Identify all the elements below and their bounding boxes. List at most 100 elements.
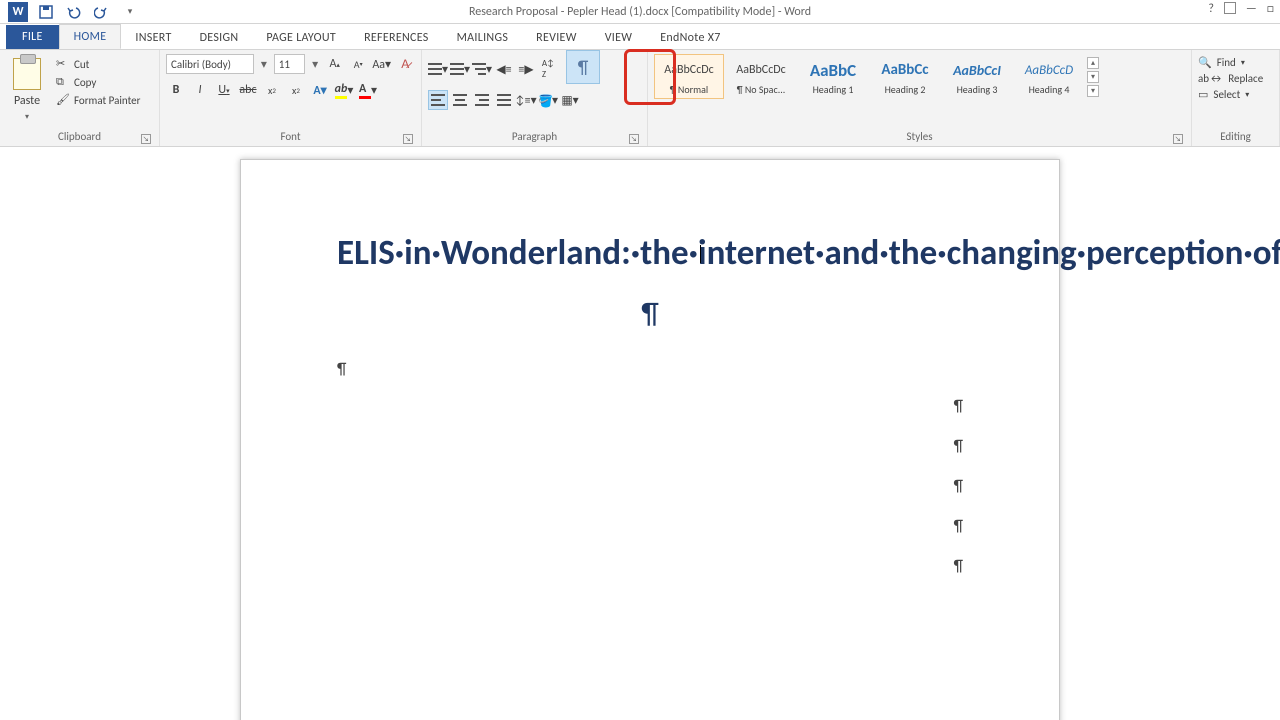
strikethrough-button[interactable]: abc bbox=[238, 80, 258, 100]
text-cursor bbox=[700, 245, 701, 263]
select-button[interactable]: ▭Select▾ bbox=[1198, 88, 1273, 101]
paragraph-dialog-launcher[interactable]: ↘ bbox=[629, 134, 639, 144]
redo-button[interactable] bbox=[92, 2, 112, 22]
paragraph-marks-right: ¶¶¶¶¶ bbox=[337, 387, 963, 587]
copy-icon: ⧉ bbox=[56, 75, 70, 89]
font-group-label: Font↘ bbox=[166, 128, 415, 146]
paragraph-mark: ¶ bbox=[337, 360, 963, 379]
ribbon-display-icon[interactable] bbox=[1224, 2, 1236, 14]
font-dialog-launcher[interactable]: ↘ bbox=[403, 134, 413, 144]
window-title: Research Proposal - Pepler Head (1).docx… bbox=[0, 5, 1280, 19]
font-name-dropdown-icon[interactable]: ▾ bbox=[258, 57, 270, 72]
shading-button[interactable]: 🪣▾ bbox=[538, 90, 558, 110]
subscript-button[interactable]: x2 bbox=[262, 80, 282, 100]
show-hide-formatting-button[interactable]: ¶ bbox=[566, 50, 600, 84]
minimize-icon[interactable]: — bbox=[1246, 2, 1257, 16]
bullets-button[interactable]: ▾ bbox=[428, 59, 448, 79]
highlight-button[interactable]: ab▾ bbox=[334, 80, 354, 100]
align-right-button[interactable] bbox=[472, 90, 492, 110]
tab-file[interactable]: FILE bbox=[6, 25, 59, 49]
pilcrow-icon: ¶ bbox=[578, 56, 589, 78]
clear-formatting-button[interactable]: A̷ bbox=[395, 54, 415, 74]
styles-scroll-down-icon[interactable]: ▾ bbox=[1087, 71, 1099, 83]
bold-button[interactable]: B bbox=[166, 80, 186, 100]
font-size-combo[interactable]: 11 bbox=[274, 54, 305, 74]
multilevel-list-button[interactable]: ▾ bbox=[472, 59, 492, 79]
tab-home[interactable]: HOME bbox=[59, 24, 122, 49]
grow-font-button[interactable]: A▴ bbox=[325, 54, 345, 74]
qat-customize-icon[interactable]: ▾ bbox=[120, 2, 140, 22]
styles-scroll-up-icon[interactable]: ▴ bbox=[1087, 57, 1099, 69]
document-page[interactable]: ELIS·in·Wonderland:·the·internet·and·the… bbox=[240, 159, 1060, 720]
editing-group-label: Editing bbox=[1198, 128, 1273, 146]
group-font: Calibri (Body) ▾ 11 ▾ A▴ A▾ Aa▾ A̷ B I U… bbox=[160, 50, 422, 146]
text-effects-button[interactable]: A▾ bbox=[310, 80, 330, 100]
title-bar: W ▾ Research Proposal - Pepler Head (1).… bbox=[0, 0, 1280, 24]
cut-button[interactable]: ✂Cut bbox=[54, 56, 142, 72]
font-name-combo[interactable]: Calibri (Body) bbox=[166, 54, 254, 74]
increase-indent-button[interactable]: ≡▶ bbox=[516, 59, 536, 79]
document-title-text[interactable]: ELIS·in·Wonderland:·the·internet·and·the… bbox=[337, 230, 963, 277]
superscript-button[interactable]: x2 bbox=[286, 80, 306, 100]
underline-button[interactable]: U▾ bbox=[214, 80, 234, 100]
style-heading-2[interactable]: AaBbCc Heading 2 bbox=[870, 54, 940, 99]
ribbon-tabs: FILE HOME INSERT DESIGN PAGE LAYOUT REFE… bbox=[0, 24, 1280, 50]
copy-button[interactable]: ⧉Copy bbox=[54, 74, 142, 90]
style-no-spacing[interactable]: AaBbCcDc ¶ No Spac... bbox=[726, 54, 796, 99]
styles-more-icon[interactable]: ▾ bbox=[1087, 85, 1099, 97]
maximize-icon[interactable]: □ bbox=[1267, 2, 1274, 16]
decrease-indent-button[interactable]: ◀≡ bbox=[494, 59, 514, 79]
justify-button[interactable] bbox=[494, 90, 514, 110]
help-icon[interactable]: ? bbox=[1208, 2, 1214, 16]
line-spacing-button[interactable]: ↕≡▾ bbox=[516, 90, 536, 110]
tab-review[interactable]: REVIEW bbox=[522, 26, 591, 49]
clipboard-dialog-launcher[interactable]: ↘ bbox=[141, 134, 151, 144]
group-clipboard: Paste ▾ ✂Cut ⧉Copy 🖌Format Painter Clipb… bbox=[0, 50, 160, 146]
undo-button[interactable] bbox=[64, 2, 84, 22]
brush-icon: 🖌 bbox=[56, 93, 70, 107]
find-button[interactable]: 🔍Find▾ bbox=[1198, 56, 1273, 69]
document-area[interactable]: ELIS·in·Wonderland:·the·internet·and·the… bbox=[0, 147, 1280, 720]
align-left-button[interactable] bbox=[428, 90, 448, 110]
sort-button[interactable]: A↕Z bbox=[538, 59, 558, 79]
bucket-icon: 🪣 bbox=[538, 94, 552, 106]
tab-design[interactable]: DESIGN bbox=[186, 26, 253, 49]
quick-access-toolbar: W ▾ bbox=[0, 2, 140, 22]
style-heading-4[interactable]: AaBbCcD Heading 4 bbox=[1014, 54, 1084, 99]
style-normal[interactable]: AaBbCcDc ¶ Normal bbox=[654, 54, 724, 99]
ribbon: Paste ▾ ✂Cut ⧉Copy 🖌Format Painter Clipb… bbox=[0, 50, 1280, 147]
borders-button[interactable]: ▦▾ bbox=[560, 90, 580, 110]
group-editing: 🔍Find▾ ab↔Replace ▭Select▾ Editing bbox=[1192, 50, 1280, 146]
font-color-button[interactable]: A▾ bbox=[358, 80, 378, 100]
replace-icon: ab↔ bbox=[1198, 72, 1223, 85]
styles-dialog-launcher[interactable]: ↘ bbox=[1173, 134, 1183, 144]
scissors-icon: ✂ bbox=[56, 57, 70, 71]
format-painter-button[interactable]: 🖌Format Painter bbox=[54, 92, 142, 108]
style-heading-3[interactable]: AaBbCcI Heading 3 bbox=[942, 54, 1012, 99]
styles-scroll[interactable]: ▴ ▾ ▾ bbox=[1086, 54, 1100, 99]
group-paragraph: ▾ ▾ ▾ ◀≡ ≡▶ A↕Z ¶ ↕≡▾ 🪣▾ ▦▾ Para bbox=[422, 50, 648, 146]
styles-group-label: Styles↘ bbox=[654, 128, 1185, 146]
italic-button[interactable]: I bbox=[190, 80, 210, 100]
replace-button[interactable]: ab↔Replace bbox=[1198, 72, 1273, 85]
style-heading-1[interactable]: AaBbC Heading 1 bbox=[798, 54, 868, 99]
tab-references[interactable]: REFERENCES bbox=[350, 26, 443, 49]
font-size-dropdown-icon[interactable]: ▾ bbox=[309, 57, 321, 72]
select-icon: ▭ bbox=[1198, 88, 1208, 101]
tab-view[interactable]: VIEW bbox=[591, 26, 647, 49]
tab-endnote[interactable]: EndNote X7 bbox=[646, 26, 734, 49]
numbering-button[interactable]: ▾ bbox=[450, 59, 470, 79]
save-button[interactable] bbox=[36, 2, 56, 22]
tab-insert[interactable]: INSERT bbox=[121, 26, 185, 49]
align-center-button[interactable] bbox=[450, 90, 470, 110]
shrink-font-button[interactable]: A▾ bbox=[348, 54, 368, 74]
change-case-button[interactable]: Aa▾ bbox=[372, 54, 392, 74]
tab-mailings[interactable]: MAILINGS bbox=[443, 26, 523, 49]
paste-icon bbox=[13, 58, 41, 90]
word-app-icon[interactable]: W bbox=[8, 2, 28, 22]
paragraph-mark: ¶ bbox=[337, 295, 963, 332]
tab-page-layout[interactable]: PAGE LAYOUT bbox=[252, 26, 350, 49]
paragraph-group-label: Paragraph↘ bbox=[428, 128, 641, 146]
paste-button[interactable]: Paste ▾ bbox=[6, 54, 48, 122]
clipboard-group-label: Clipboard↘ bbox=[6, 128, 153, 146]
